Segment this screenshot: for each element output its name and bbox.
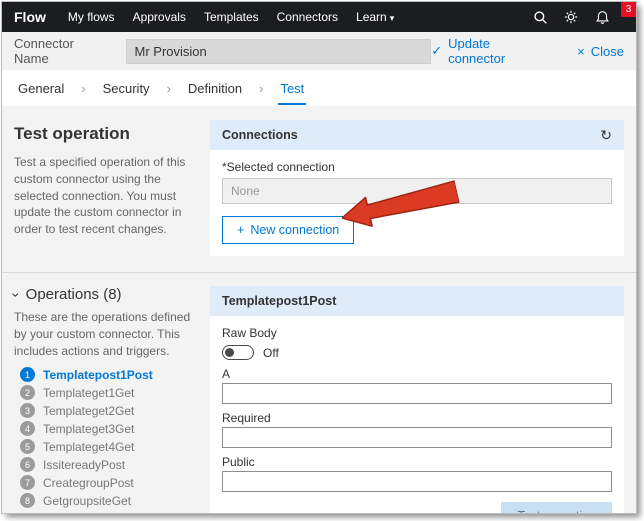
toggle-knob <box>225 348 234 357</box>
chevron-right-icon: › <box>81 80 86 96</box>
nav-item-templates[interactable]: Templates <box>204 10 259 24</box>
chevron-down-icon: › <box>8 292 25 297</box>
operation-item-label: Templateget3Get <box>43 421 135 436</box>
selected-connection-input <box>222 178 612 204</box>
test-operation-info: Test operation Test a specified operatio… <box>14 120 210 238</box>
test-operation-section: Test operation Test a specified operatio… <box>14 120 624 256</box>
operation-item-label: Templateget1Get <box>43 385 135 400</box>
gear-icon[interactable] <box>563 9 579 25</box>
operation-item-templatepost1post[interactable]: 1 Templatepost1Post <box>20 367 196 383</box>
operation-number-badge: 7 <box>20 475 35 491</box>
operation-panel-header: Templatepost1Post <box>210 286 624 316</box>
operations-description: These are the operations defined by your… <box>14 310 191 358</box>
page-content: Test operation Test a specified operatio… <box>2 106 636 513</box>
learn-label: Learn <box>356 10 387 24</box>
operation-number-badge: 6 <box>20 457 35 473</box>
operation-item-issitereadypost[interactable]: 6 IssitereadyPost <box>20 457 196 473</box>
tab-general[interactable]: General <box>16 71 66 105</box>
operation-item-label: Templateget4Get <box>43 439 135 454</box>
raw-body-toggle-row: Off <box>222 345 612 360</box>
check-icon: ✓ <box>431 43 443 58</box>
selected-connection-label: *Selected connection <box>222 160 335 174</box>
operation-item-creategrouppost[interactable]: 7 CreategroupPost <box>20 475 196 491</box>
connector-name-label: Connector Name <box>14 36 74 66</box>
operation-item-templateget3get[interactable]: 4 Templateget3Get <box>20 421 196 437</box>
raw-body-label: Raw Body <box>222 326 277 340</box>
update-connector-label: Update connector <box>448 36 506 66</box>
field-input-required[interactable] <box>222 427 612 448</box>
field-input-public[interactable] <box>222 471 612 492</box>
operation-number-badge: 1 <box>20 367 35 383</box>
nav-item-connectors[interactable]: Connectors <box>277 10 338 24</box>
field-label-a: A <box>222 367 231 381</box>
connector-bar-actions: ✓ Update connector × Close <box>431 36 624 66</box>
tab-test[interactable]: Test <box>278 71 307 105</box>
caret-down-icon: ▾ <box>389 13 395 23</box>
operation-item-templateget2get[interactable]: 3 Templateget2Get <box>20 403 196 419</box>
operation-panel-title: Templatepost1Post <box>222 294 337 308</box>
nav-item-my-flows[interactable]: My flows <box>68 10 115 24</box>
update-connector-button[interactable]: ✓ Update connector <box>431 36 549 66</box>
operation-item-getgroupsiteget[interactable]: 8 GetgroupsiteGet <box>20 493 196 509</box>
close-icon: × <box>577 43 585 59</box>
tab-security[interactable]: Security <box>101 71 152 105</box>
operations-heading[interactable]: › Operations (8) <box>8 286 196 303</box>
operation-number-badge: 8 <box>20 493 35 509</box>
tab-definition[interactable]: Definition <box>186 71 244 105</box>
flow-brand-logo[interactable]: Flow <box>14 9 46 25</box>
close-button[interactable]: × Close <box>577 44 624 59</box>
nav-item-learn[interactable]: Learn ▾ <box>356 10 394 24</box>
connections-panel-body: *Selected connection + New connection <box>210 150 624 256</box>
close-label: Close <box>590 43 625 59</box>
operation-item-label: GetgroupsiteGet <box>43 493 132 508</box>
connections-panel-title: Connections <box>222 128 298 142</box>
operation-item-label: IssitereadyPost <box>43 457 126 472</box>
operation-item-templateget4get[interactable]: 5 Templateget4Get <box>20 439 196 455</box>
bell-icon[interactable] <box>594 9 610 25</box>
test-operation-description: Test a specified operation of this custo… <box>14 155 186 237</box>
flow-connector-window: 3 Flow My flows Approvals Templates Conn… <box>1 1 637 514</box>
operation-item-templateget1get[interactable]: 2 Templateget1Get <box>20 385 196 401</box>
operation-number-badge: 2 <box>20 385 35 401</box>
test-operation-title: Test operation <box>14 124 130 143</box>
operations-title: Operations (8) <box>25 286 122 303</box>
field-label-public: Public <box>222 455 255 469</box>
plus-icon: + <box>237 223 245 237</box>
operation-number-badge: 4 <box>20 421 35 437</box>
section-divider <box>2 272 636 273</box>
connector-wizard-tabs: General › Security › Definition › Test <box>2 70 636 106</box>
operations-info: › Operations (8) These are the operations… <box>8 286 210 511</box>
chevron-right-icon: › <box>166 80 171 96</box>
operation-panel-actions: Test operation <box>222 502 612 513</box>
operation-panel-body: Raw Body Off A Required Public Test oper… <box>210 316 624 513</box>
operation-item-label: Templateget2Get <box>43 403 135 418</box>
nav-item-approvals[interactable]: Approvals <box>133 10 186 24</box>
operations-section: › Operations (8) These are the operations… <box>8 286 624 513</box>
test-operation-button[interactable]: Test operation <box>501 502 612 513</box>
operation-number-badge: 3 <box>20 403 35 419</box>
field-input-a[interactable] <box>222 383 612 404</box>
connector-header-bar: Connector Name ✓ Update connector × Close <box>2 32 636 70</box>
operation-item-label: CreategroupPost <box>43 475 134 490</box>
operation-item-label: Templatepost1Post <box>43 367 153 382</box>
top-navigation-bar: Flow My flows Approvals Templates Connec… <box>2 2 636 32</box>
connections-panel-header: Connections ↻ <box>210 120 624 150</box>
new-connection-button[interactable]: + New connection <box>222 216 355 244</box>
new-connection-label: New connection <box>250 223 340 237</box>
topbar-icon-group <box>532 9 624 25</box>
notification-count-badge: 3 <box>621 2 636 17</box>
raw-body-toggle[interactable] <box>222 345 254 360</box>
refresh-icon[interactable]: ↻ <box>600 127 612 144</box>
chevron-right-icon: › <box>259 80 264 96</box>
connector-name-input[interactable] <box>125 38 432 64</box>
operations-list: 1 Templatepost1Post 2 Templateget1Get 3 Tem… <box>14 367 196 509</box>
operation-test-panel: Templatepost1Post Raw Body Off A Require… <box>210 286 624 513</box>
search-icon[interactable] <box>532 9 548 25</box>
connections-panel: Connections ↻ *Selected connection + New … <box>210 120 624 256</box>
field-label-required: Required <box>222 411 271 425</box>
toggle-state-label: Off <box>263 345 279 360</box>
operation-number-badge: 5 <box>20 439 35 455</box>
